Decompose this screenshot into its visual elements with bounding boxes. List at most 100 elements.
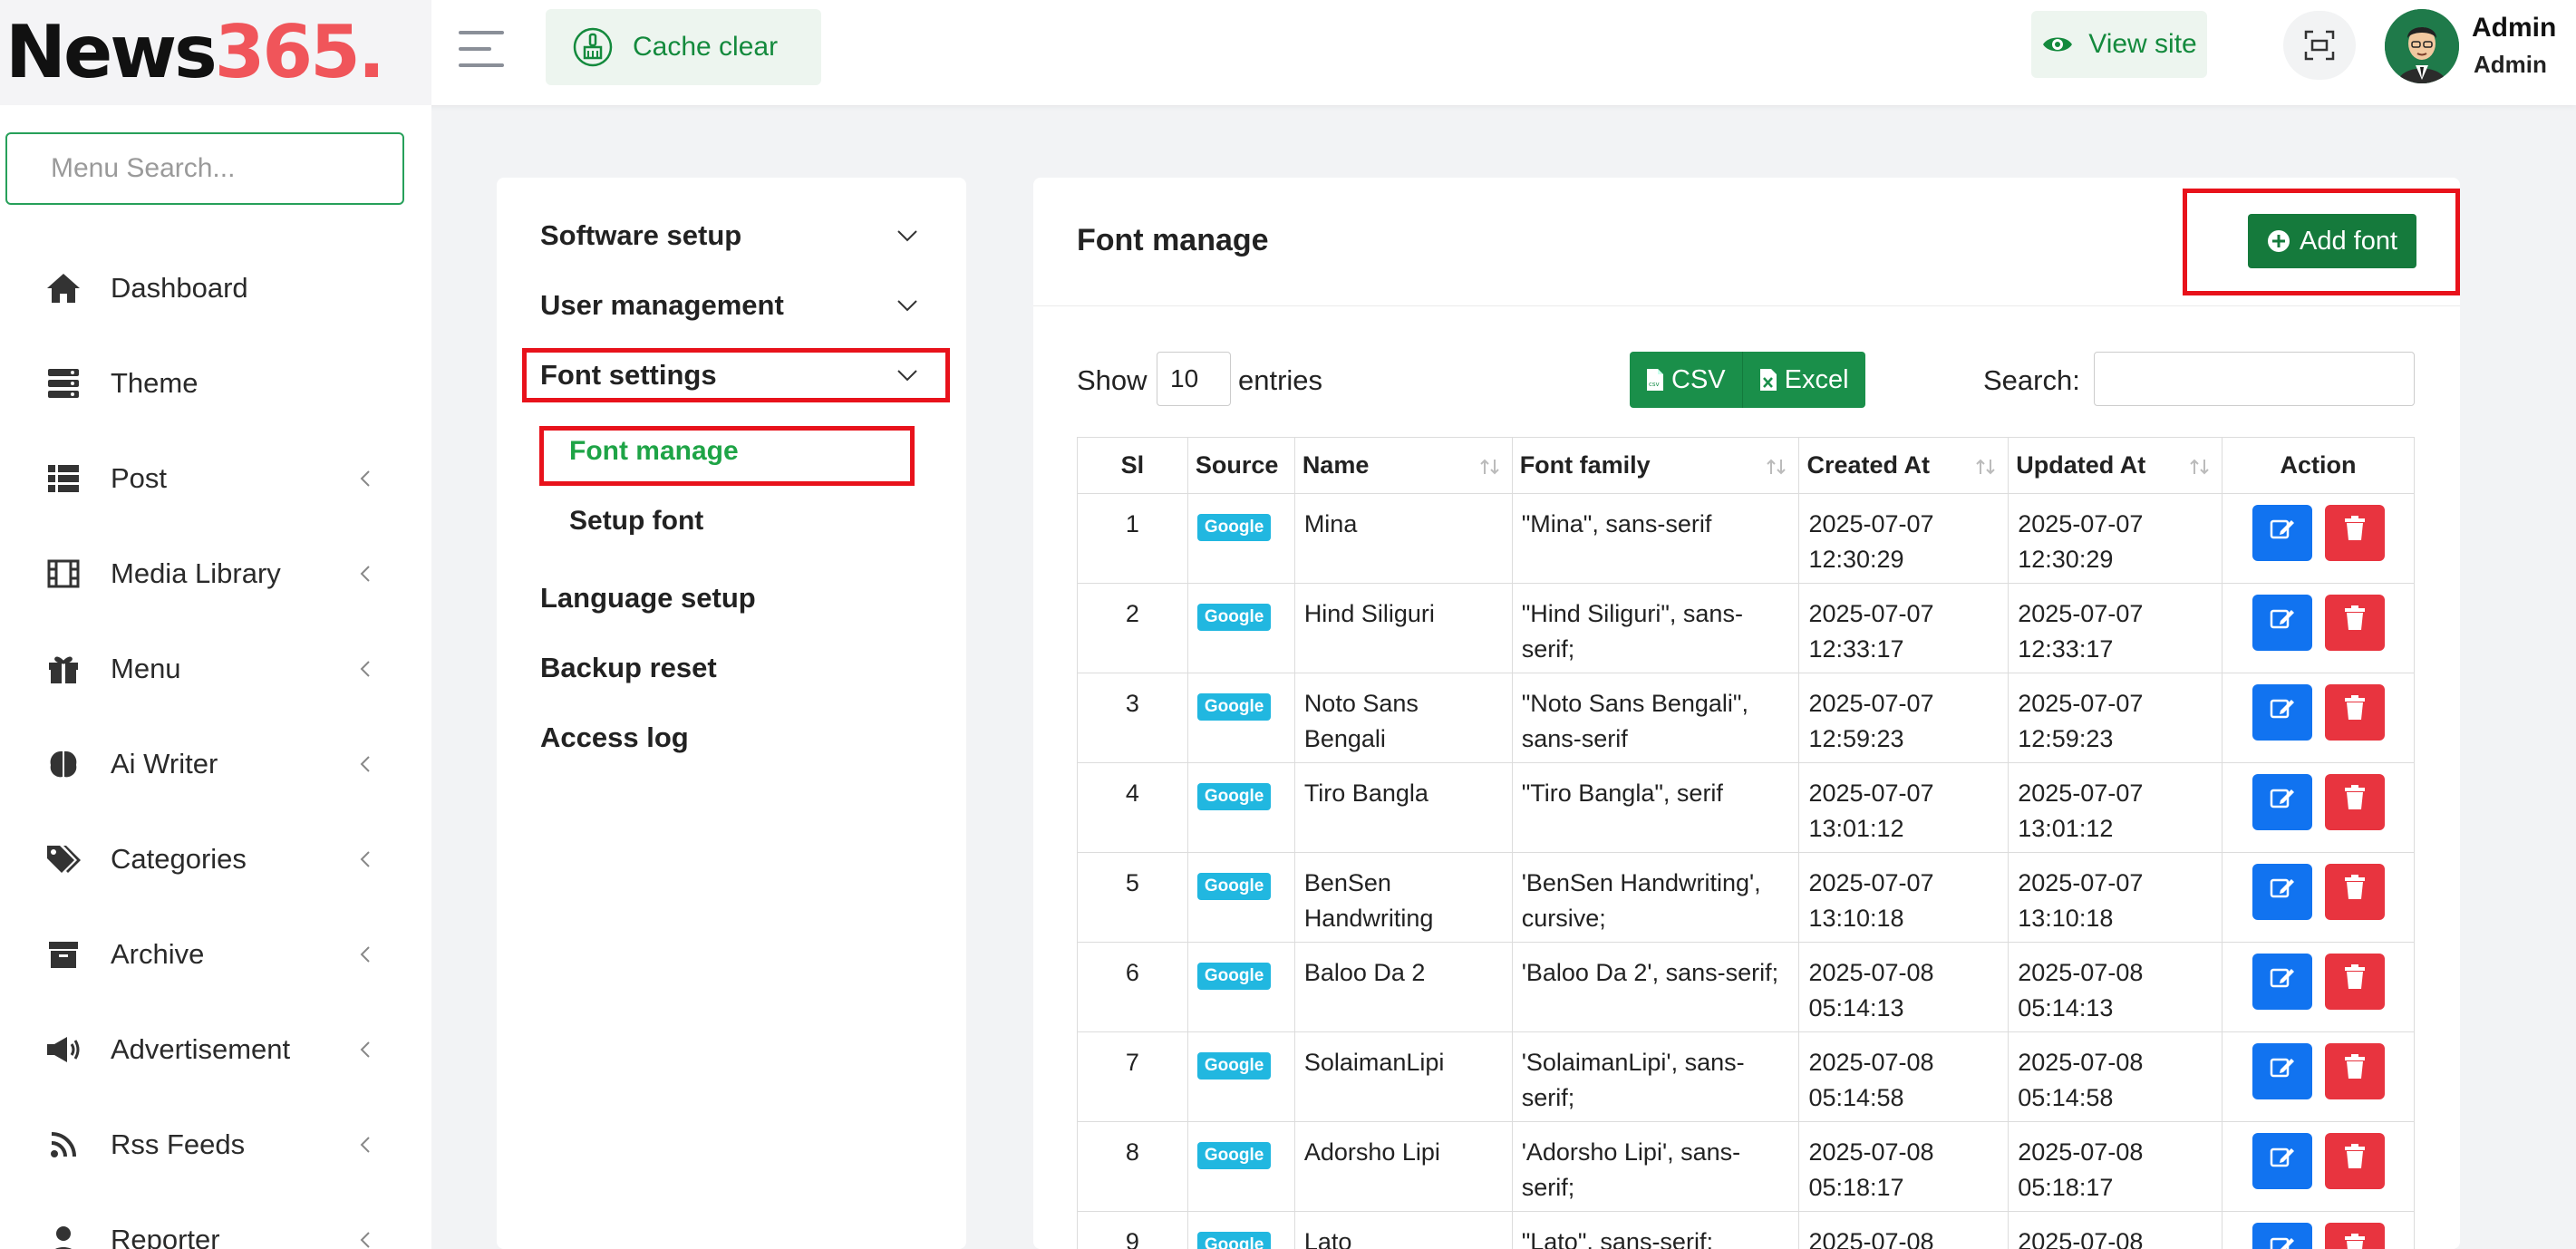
- fullscreen-toggle-button[interactable]: [2283, 11, 2356, 80]
- tags-icon: [44, 839, 83, 879]
- table-row: 9 Google Lato "Lato", sans-serif; 2025-07-08…: [1077, 1211, 2415, 1249]
- delete-button[interactable]: [2324, 774, 2385, 830]
- source-badge: Google: [1196, 1142, 1272, 1169]
- megaphone-icon: [44, 1030, 83, 1070]
- cell-created-at: 2025-07-08 05:14:58: [1798, 1031, 2009, 1122]
- settings-item-access-log[interactable]: Access log: [540, 712, 921, 763]
- cell-created-at: 2025-07-07 13:10:18: [1798, 852, 2009, 943]
- sidebar-item-theme[interactable]: Theme: [44, 356, 384, 411]
- cell-source: Google: [1186, 1211, 1295, 1249]
- cell-created-at: 2025-07-08 05:18:17: [1798, 1121, 2009, 1212]
- submenu-item-font-manage[interactable]: Font manage: [569, 429, 739, 474]
- csv-export-button[interactable]: csv CSV: [1630, 352, 1743, 408]
- cell-name: Hind Siliguri: [1293, 583, 1513, 673]
- cell-name: Mina: [1293, 493, 1513, 584]
- table-row: 8 Google Adorsho Lipi 'Adorsho Lipi', sans-…: [1077, 1121, 2415, 1212]
- settings-item-font-settings[interactable]: Font settings: [540, 350, 921, 401]
- sidebar-item-media-library[interactable]: Media Library: [44, 547, 384, 601]
- cell-created-at: 2025-07-08: [1798, 1211, 2009, 1249]
- chevron-down-icon: [894, 292, 921, 319]
- delete-button[interactable]: [2324, 954, 2385, 1010]
- delete-button[interactable]: [2324, 595, 2385, 651]
- cell-font-family: 'BenSen Handwriting', cursive;: [1511, 852, 1800, 943]
- sidebar-item-ai-writer[interactable]: Ai Writer: [44, 737, 384, 791]
- user-avatar[interactable]: [2385, 9, 2459, 83]
- delete-button[interactable]: [2324, 864, 2385, 920]
- edit-button[interactable]: [2252, 954, 2312, 1010]
- view-site-label: View site: [2088, 29, 2197, 59]
- sidebar-item-categories[interactable]: Categories: [44, 832, 384, 886]
- settings-item-backup-reset[interactable]: Backup reset: [540, 643, 921, 693]
- user-role: Admin: [2474, 51, 2547, 78]
- column-header-created-at[interactable]: Created At: [1798, 437, 2009, 494]
- cell-sl: 1: [1077, 493, 1188, 584]
- sidebar-item-archive[interactable]: Archive: [44, 927, 384, 982]
- cell-updated-at: 2025-07-07 13:01:12: [2008, 762, 2223, 853]
- fonts-table: Sl Source Name Font family Created At Up…: [1077, 437, 2415, 1249]
- edit-button[interactable]: [2252, 864, 2312, 920]
- svg-text:csv: csv: [1649, 381, 1660, 388]
- edit-button[interactable]: [2252, 1133, 2312, 1189]
- chevron-left-icon: [355, 1040, 375, 1060]
- excel-export-button[interactable]: Excel: [1742, 352, 1865, 408]
- cell-updated-at: 2025-07-07 12:33:17: [2008, 583, 2223, 673]
- cell-updated-at: 2025-07-07 13:10:18: [2008, 852, 2223, 943]
- edit-button[interactable]: [2252, 774, 2312, 830]
- chevron-left-icon: [355, 564, 375, 584]
- archive-icon: [44, 934, 83, 974]
- edit-button[interactable]: [2252, 1223, 2312, 1249]
- sidebar-item-reporter[interactable]: Reporter: [44, 1213, 384, 1249]
- cell-font-family: 'Baloo Da 2', sans-serif;: [1511, 942, 1800, 1032]
- sidebar-item-post[interactable]: Post: [44, 451, 384, 506]
- sidebar-item-rss-feeds[interactable]: Rss Feeds: [44, 1118, 384, 1172]
- delete-button[interactable]: [2324, 1043, 2385, 1099]
- edit-button[interactable]: [2252, 1043, 2312, 1099]
- submenu-item-setup-font[interactable]: Setup font: [569, 499, 703, 544]
- edit-button[interactable]: [2252, 595, 2312, 651]
- sidebar-item-dashboard[interactable]: Dashboard: [44, 261, 384, 315]
- table-header-row: Sl Source Name Font family Created At Up…: [1077, 437, 2415, 494]
- sort-icon: [1479, 459, 1499, 475]
- sidebar-item-advertisement[interactable]: Advertisement: [44, 1022, 384, 1077]
- entries-per-page-select[interactable]: 10: [1157, 352, 1231, 406]
- chevron-left-icon: [355, 944, 375, 964]
- file-excel-icon: [1759, 369, 1777, 391]
- column-header-source[interactable]: Source: [1186, 437, 1295, 494]
- settings-item-software-setup[interactable]: Software setup: [540, 210, 921, 261]
- user-name[interactable]: Admin: [2472, 13, 2556, 44]
- trash-icon: [2344, 1053, 2366, 1089]
- settings-item-language-setup[interactable]: Language setup: [540, 573, 921, 624]
- table-search-input[interactable]: [2094, 352, 2415, 406]
- cell-source: Google: [1186, 1121, 1295, 1212]
- settings-item-user-management[interactable]: User management: [540, 280, 921, 331]
- settings-item-label: User management: [540, 289, 784, 321]
- brain-icon: [44, 744, 83, 784]
- cache-clear-button[interactable]: Cache clear: [546, 9, 821, 85]
- column-header-name[interactable]: Name: [1293, 437, 1513, 494]
- gift-icon: [44, 649, 83, 689]
- edit-button[interactable]: [2252, 684, 2312, 741]
- delete-button[interactable]: [2324, 684, 2385, 741]
- cell-font-family: 'SolaimanLipi', sans-serif;: [1511, 1031, 1800, 1122]
- sort-icon: [1976, 459, 1995, 475]
- delete-button[interactable]: [2324, 505, 2385, 561]
- cell-source: Google: [1186, 673, 1295, 763]
- site-logo[interactable]: News365.: [5, 16, 385, 89]
- submenu-item-label: Setup font: [569, 506, 704, 536]
- menu-search-input[interactable]: [5, 132, 404, 205]
- column-header-sl[interactable]: Sl: [1077, 437, 1188, 494]
- sidebar-item-label: Ai Writer: [111, 748, 218, 779]
- add-font-button[interactable]: Add font: [2248, 214, 2416, 268]
- edit-icon: [2270, 1234, 2295, 1249]
- column-header-updated-at[interactable]: Updated At: [2008, 437, 2223, 494]
- hamburger-menu-icon[interactable]: [459, 31, 504, 67]
- search-label: Search:: [1983, 364, 2080, 396]
- view-site-button[interactable]: View site: [2031, 11, 2207, 78]
- column-header-font-family[interactable]: Font family: [1511, 437, 1800, 494]
- delete-button[interactable]: [2324, 1223, 2385, 1249]
- delete-button[interactable]: [2324, 1133, 2385, 1189]
- edit-button[interactable]: [2252, 505, 2312, 561]
- sidebar-item-menu[interactable]: Menu: [44, 642, 384, 696]
- cell-source: Google: [1186, 493, 1295, 584]
- settings-item-label: Font settings: [540, 359, 717, 391]
